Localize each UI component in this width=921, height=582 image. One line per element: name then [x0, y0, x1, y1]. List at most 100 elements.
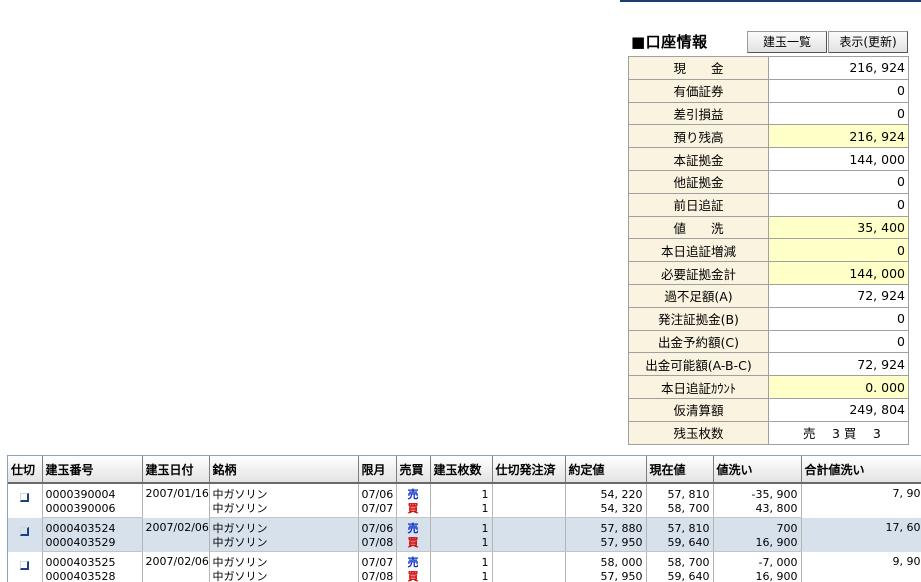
- positions-grid: 仕切建玉番号建玉日付銘柄限月売買建玉枚数仕切発注済約定値現在値値洗い合計値洗い …: [7, 455, 921, 582]
- col-delivery-month-header[interactable]: 限月: [358, 456, 396, 483]
- current-price: 57, 810: [646, 483, 713, 501]
- total-mark-to-market: 17, 600: [801, 518, 921, 552]
- account-row-label: 発注証拠金(B): [629, 307, 769, 330]
- account-row-value: 72, 924: [769, 353, 909, 376]
- col-contract-price-header[interactable]: 約定値: [565, 456, 646, 483]
- close-checkbox-cell[interactable]: [8, 518, 42, 552]
- current-price: 59, 640: [646, 535, 713, 552]
- account-row-value: 72, 924: [769, 284, 909, 307]
- contract-price: 58, 000: [565, 552, 646, 570]
- buy-marker: 買: [396, 501, 430, 518]
- close-checkbox[interactable]: [20, 561, 29, 570]
- position-number: 0000403528: [42, 569, 142, 582]
- close-ordered: [492, 569, 565, 582]
- quantity: 1: [430, 501, 492, 518]
- account-row: 本証拠金144, 000: [629, 148, 909, 171]
- account-row: 残玉枚数売 3 買 3: [629, 421, 909, 444]
- account-row-label: 前日追証: [629, 193, 769, 216]
- account-row-label: 必要証拠金計: [629, 262, 769, 285]
- account-row: 他証拠金0: [629, 170, 909, 193]
- account-row-value: 144, 000: [769, 262, 909, 285]
- col-open-date-header[interactable]: 建玉日付: [142, 456, 209, 483]
- position-number: 0000390006: [42, 501, 142, 518]
- account-row-value: 0. 000: [769, 376, 909, 399]
- account-row-label: 差引損益: [629, 102, 769, 125]
- col-close-header[interactable]: 仕切: [8, 456, 42, 483]
- contract-price: 57, 950: [565, 569, 646, 582]
- account-info-table: 現 金216, 924有価証券0差引損益0預り残高216, 924本証拠金144…: [628, 56, 909, 445]
- open-date: 2007/02/06: [142, 552, 209, 582]
- col-side-header[interactable]: 売買: [396, 456, 430, 483]
- account-row-label: 他証拠金: [629, 170, 769, 193]
- position-number: 0000390004: [42, 483, 142, 501]
- account-row-value: 35, 400: [769, 216, 909, 239]
- contract-price: 54, 220: [565, 483, 646, 501]
- close-checkbox[interactable]: [20, 527, 29, 536]
- close-ordered: [492, 483, 565, 501]
- account-row-label: 仮清算額: [629, 398, 769, 421]
- account-row-value: 0: [769, 79, 909, 102]
- total-mark-to-market: 7, 900: [801, 483, 921, 518]
- account-row-value: 0: [769, 102, 909, 125]
- close-checkbox-cell[interactable]: [8, 483, 42, 518]
- account-row-label: 値 洗: [629, 216, 769, 239]
- account-row: 有価証券0: [629, 79, 909, 102]
- mark-to-market: -7, 000: [713, 552, 801, 570]
- quantity: 1: [430, 535, 492, 552]
- product-name: 中ガソリン: [209, 569, 358, 582]
- delivery-month: 07/08: [358, 535, 396, 552]
- account-row: 現 金216, 924: [629, 57, 909, 80]
- col-close-ordered-header[interactable]: 仕切発注済: [492, 456, 565, 483]
- current-price: 58, 700: [646, 501, 713, 518]
- account-row-label: 現 金: [629, 57, 769, 80]
- delivery-month: 07/06: [358, 518, 396, 536]
- account-row-value: 249, 804: [769, 398, 909, 421]
- quantity: 1: [430, 483, 492, 501]
- col-position-no-header[interactable]: 建玉番号: [42, 456, 142, 483]
- quantity: 1: [430, 552, 492, 570]
- account-row-value: 216, 924: [769, 57, 909, 80]
- close-ordered: [492, 535, 565, 552]
- account-row: 本日追証ｶｳﾝﾄ0. 000: [629, 376, 909, 399]
- account-row: 本日追証増減0: [629, 239, 909, 262]
- quantity: 1: [430, 569, 492, 582]
- delivery-month: 07/07: [358, 501, 396, 518]
- position-row[interactable]: 00004035252007/02/06中ガソリン07/07売158, 0005…: [8, 552, 921, 570]
- col-product-header[interactable]: 銘柄: [209, 456, 358, 483]
- col-current-price-header[interactable]: 現在値: [646, 456, 713, 483]
- account-row-label: 本日追証ｶｳﾝﾄ: [629, 376, 769, 399]
- account-row-value: 売 3 買 3: [769, 421, 909, 444]
- account-row: 値 洗35, 400: [629, 216, 909, 239]
- col-total-mark-to-market-header[interactable]: 合計値洗い: [801, 456, 921, 483]
- refresh-button[interactable]: 表示(更新): [828, 31, 908, 53]
- account-row-value: 0: [769, 239, 909, 262]
- product-name: 中ガソリン: [209, 535, 358, 552]
- product-name: 中ガソリン: [209, 518, 358, 536]
- account-row-label: 本日追証増減: [629, 239, 769, 262]
- account-row: 発注証拠金(B)0: [629, 307, 909, 330]
- quantity: 1: [430, 518, 492, 536]
- close-checkbox[interactable]: [20, 493, 29, 502]
- window-top-border: [620, 0, 921, 2]
- account-row: 出金可能額(A-B-C)72, 924: [629, 353, 909, 376]
- positions-list-button[interactable]: 建玉一覧: [747, 31, 827, 53]
- total-mark-to-market: 9, 900: [801, 552, 921, 582]
- account-row-value: 144, 000: [769, 148, 909, 171]
- col-mark-to-market-header[interactable]: 値洗い: [713, 456, 801, 483]
- account-row-value: 0: [769, 170, 909, 193]
- contract-price: 57, 880: [565, 518, 646, 536]
- position-number: 0000403525: [42, 552, 142, 570]
- mark-to-market: -35, 900: [713, 483, 801, 501]
- sell-marker: 売: [396, 552, 430, 570]
- col-quantity-header[interactable]: 建玉枚数: [430, 456, 492, 483]
- product-name: 中ガソリン: [209, 483, 358, 501]
- account-row-label: 過不足額(A): [629, 284, 769, 307]
- close-checkbox-cell[interactable]: [8, 552, 42, 582]
- position-row[interactable]: 00004035242007/02/06中ガソリン07/06売157, 8805…: [8, 518, 921, 536]
- mark-to-market: 43, 800: [713, 501, 801, 518]
- position-row[interactable]: 00003900042007/01/16中ガソリン07/06売154, 2205…: [8, 483, 921, 501]
- account-row-label: 出金可能額(A-B-C): [629, 353, 769, 376]
- account-row-value: 0: [769, 193, 909, 216]
- delivery-month: 07/06: [358, 483, 396, 501]
- account-row: 仮清算額249, 804: [629, 398, 909, 421]
